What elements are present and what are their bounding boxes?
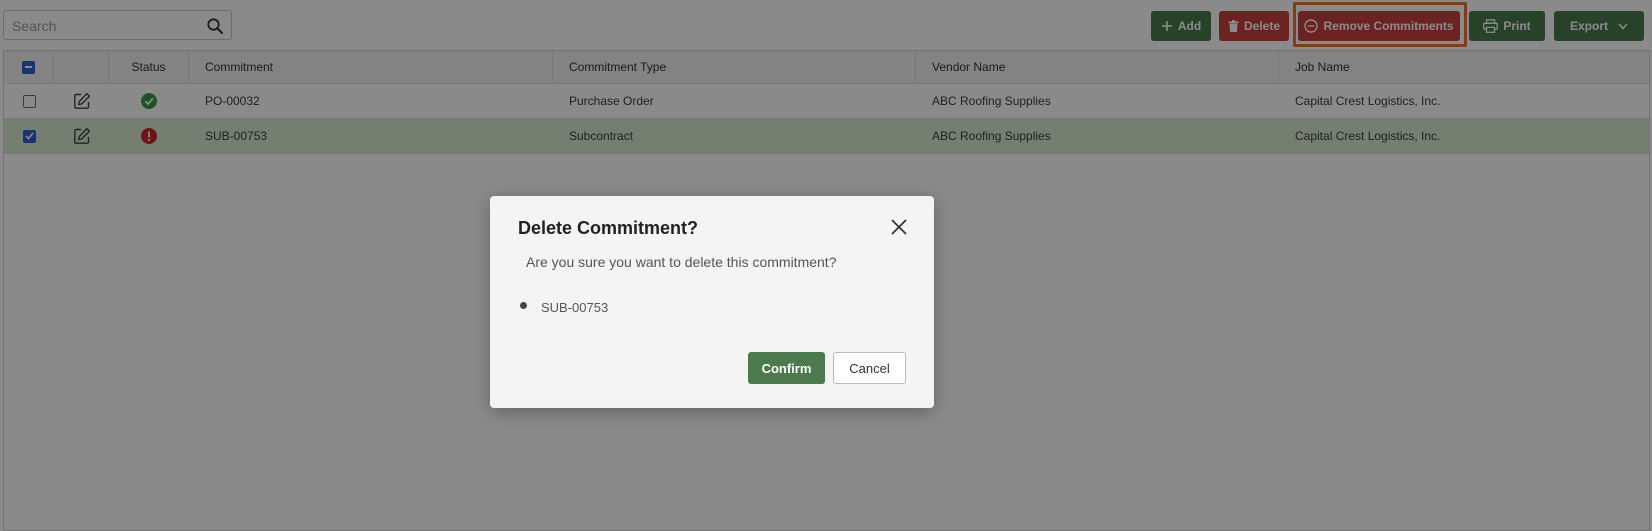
dialog-item-list: SUB-00753	[520, 300, 608, 315]
commitments-app: Add Delete Remove Commitments Print Expo…	[0, 0, 1652, 531]
dialog-item-label: SUB-00753	[541, 300, 609, 315]
dialog-message: Are you sure you want to delete this com…	[526, 254, 837, 270]
delete-commitment-dialog: Delete Commitment? Are you sure you want…	[490, 196, 934, 408]
close-icon[interactable]	[890, 218, 908, 236]
bullet-dot	[520, 302, 527, 309]
cancel-button[interactable]: Cancel	[833, 352, 906, 384]
dialog-item: SUB-00753	[520, 300, 608, 315]
dialog-title: Delete Commitment?	[518, 218, 699, 238]
confirm-button[interactable]: Confirm	[748, 352, 825, 384]
